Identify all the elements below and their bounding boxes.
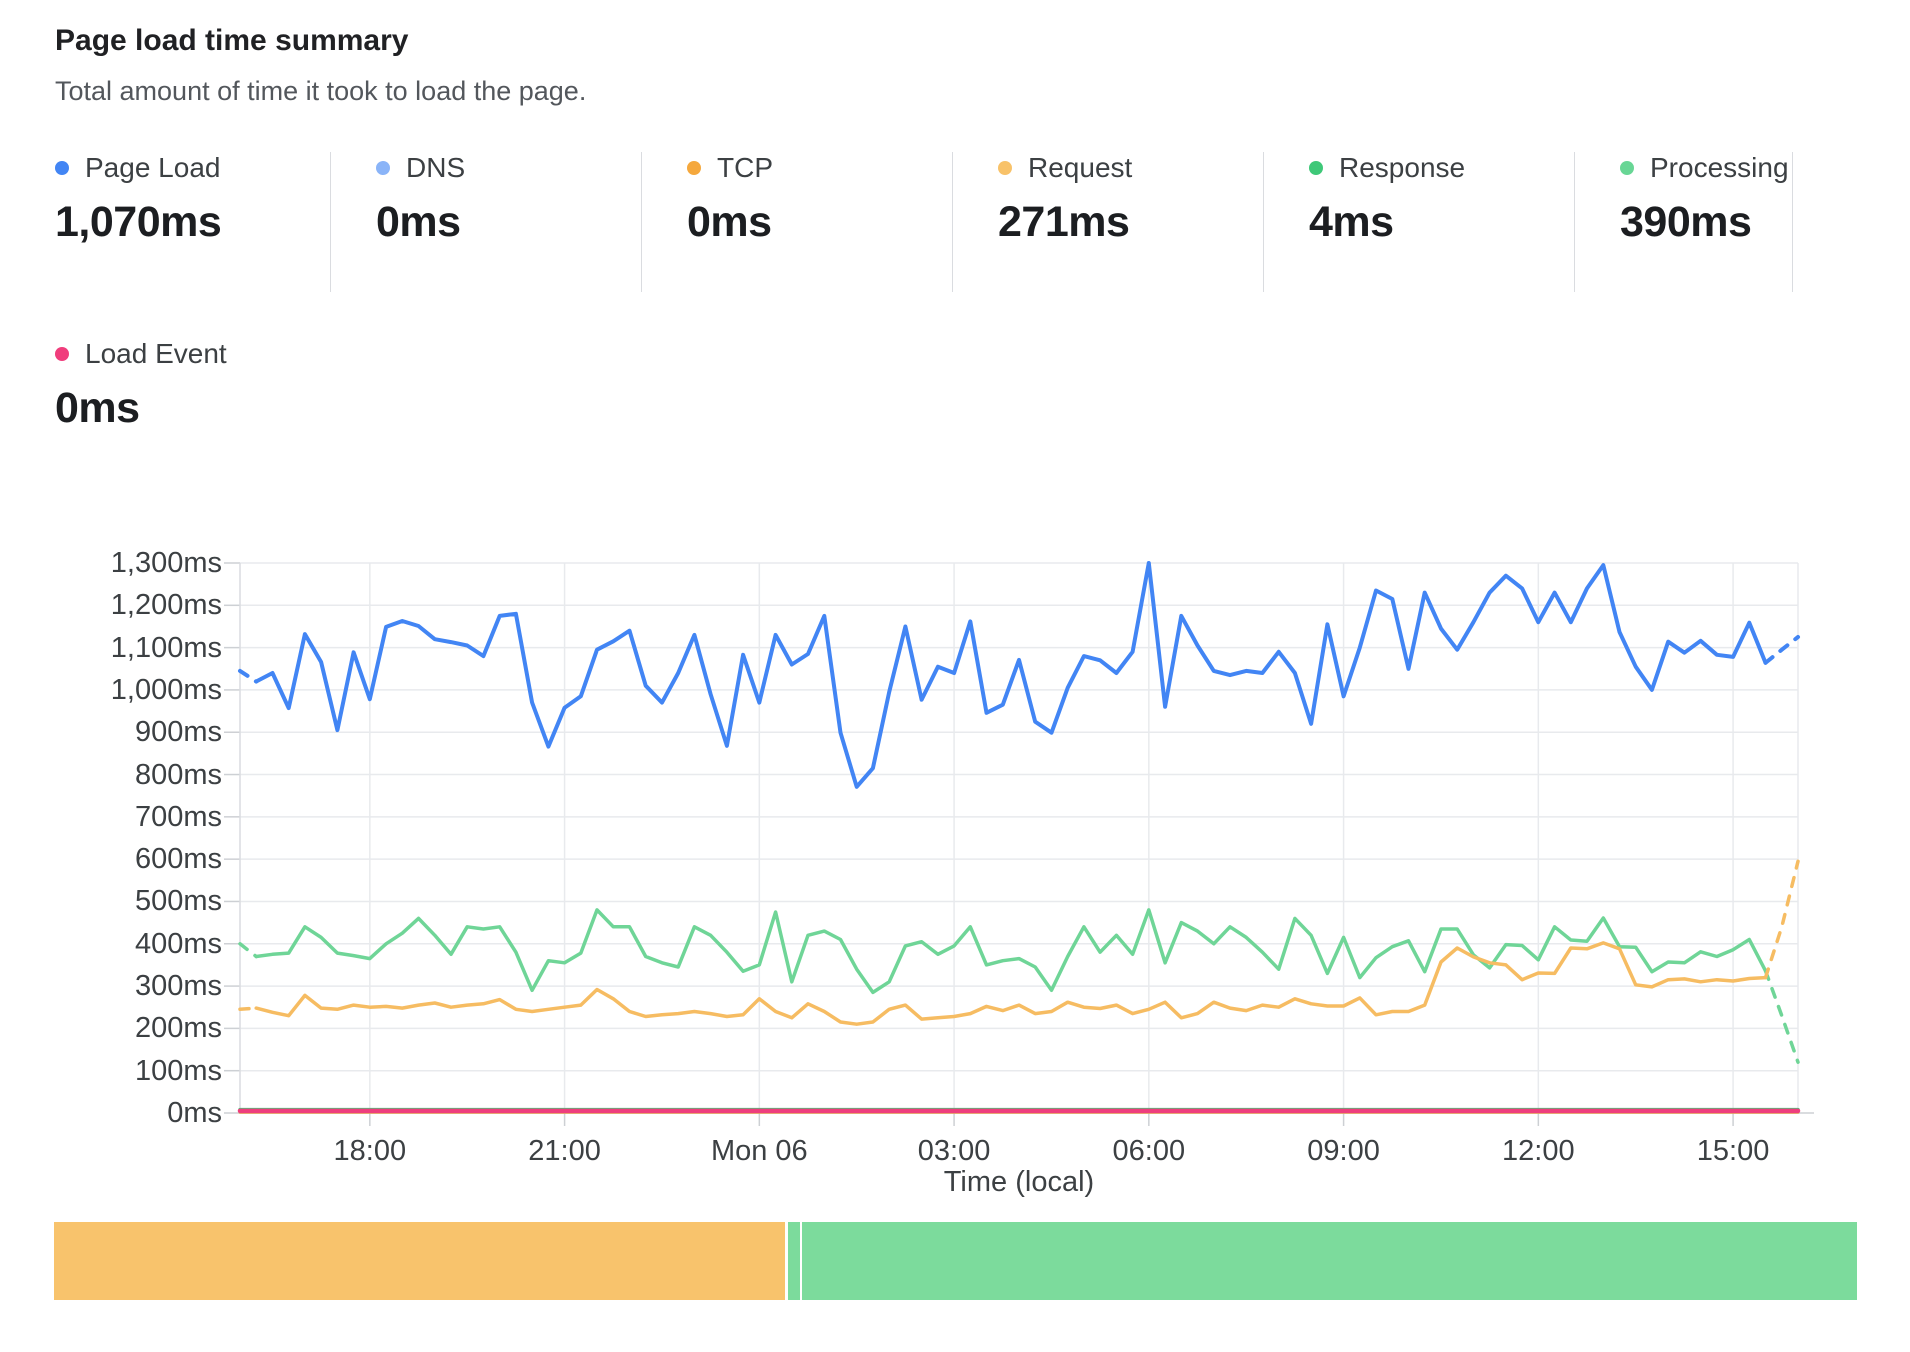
y-axis-label: 100ms — [0, 1054, 222, 1088]
load-event-dot-icon — [55, 347, 69, 361]
x-axis-label: 21:00 — [485, 1135, 645, 1168]
bar-segment-request — [54, 1222, 785, 1300]
y-axis-label: 900ms — [0, 715, 222, 749]
dns-dot-icon — [376, 161, 390, 175]
y-axis-label: 1,100ms — [0, 631, 222, 665]
timing-distribution-bar[interactable] — [54, 1222, 1857, 1300]
stat-value: 390ms — [1620, 198, 1792, 247]
stat-value: 1,070ms — [55, 198, 330, 247]
stat-label: Request — [1028, 152, 1132, 184]
x-axis-label: 06:00 — [1069, 1135, 1229, 1168]
stat-label: Page Load — [85, 152, 220, 184]
bar-segment-processing — [802, 1222, 1857, 1300]
stat-label: Response — [1339, 152, 1465, 184]
y-axis-label: 400ms — [0, 927, 222, 961]
stat-request[interactable]: Request 271ms — [952, 152, 1263, 292]
legend-stats-row: Page Load 1,070ms DNS 0ms TCP 0ms Reques… — [55, 152, 1793, 292]
x-axis-label: 15:00 — [1653, 1135, 1813, 1168]
stat-label: DNS — [406, 152, 465, 184]
page-load-dot-icon — [55, 161, 69, 175]
stat-value: 0ms — [687, 198, 952, 247]
x-axis-label: Mon 06 — [679, 1135, 839, 1168]
stat-dns[interactable]: DNS 0ms — [330, 152, 641, 292]
page-subtitle: Total amount of time it took to load the… — [55, 76, 586, 107]
stat-load-event[interactable]: Load Event 0ms — [55, 338, 227, 433]
y-axis-label: 500ms — [0, 884, 222, 918]
stat-value: 4ms — [1309, 198, 1574, 247]
y-axis-label: 0ms — [0, 1096, 222, 1130]
x-axis-label: 12:00 — [1458, 1135, 1618, 1168]
x-axis-label: 09:00 — [1264, 1135, 1424, 1168]
y-axis-label: 600ms — [0, 842, 222, 876]
y-axis-label: 1,300ms — [0, 546, 222, 580]
bar-segment-processing-sliver — [788, 1222, 800, 1300]
y-axis-label: 1,000ms — [0, 673, 222, 707]
y-axis-label: 800ms — [0, 758, 222, 792]
tcp-dot-icon — [687, 161, 701, 175]
x-axis-label: 03:00 — [874, 1135, 1034, 1168]
stat-page-load[interactable]: Page Load 1,070ms — [55, 152, 330, 292]
x-axis-labels: 18:0021:00Mon 0603:0006:0009:0012:0015:0… — [240, 1127, 1798, 1167]
y-axis-label: 1,200ms — [0, 588, 222, 622]
page-load-time-chart[interactable] — [240, 563, 1798, 1113]
stat-value: 271ms — [998, 198, 1263, 247]
stat-tcp[interactable]: TCP 0ms — [641, 152, 952, 292]
x-axis-label: 18:00 — [290, 1135, 450, 1168]
stat-processing[interactable]: Processing 390ms — [1574, 152, 1793, 292]
response-dot-icon — [1309, 161, 1323, 175]
processing-dot-icon — [1620, 161, 1634, 175]
request-dot-icon — [998, 161, 1012, 175]
x-axis-title: Time (local) — [240, 1166, 1798, 1199]
stat-value: 0ms — [376, 198, 641, 247]
stat-label: Load Event — [85, 338, 227, 370]
stat-value: 0ms — [55, 384, 227, 433]
y-axis-labels: 0ms100ms200ms300ms400ms500ms600ms700ms80… — [0, 563, 222, 1113]
stat-response[interactable]: Response 4ms — [1263, 152, 1574, 292]
page-title: Page load time summary — [55, 24, 408, 58]
y-axis-label: 300ms — [0, 969, 222, 1003]
y-axis-label: 700ms — [0, 800, 222, 834]
stat-label: TCP — [717, 152, 773, 184]
y-axis-label: 200ms — [0, 1011, 222, 1045]
stat-label: Processing — [1650, 152, 1789, 184]
